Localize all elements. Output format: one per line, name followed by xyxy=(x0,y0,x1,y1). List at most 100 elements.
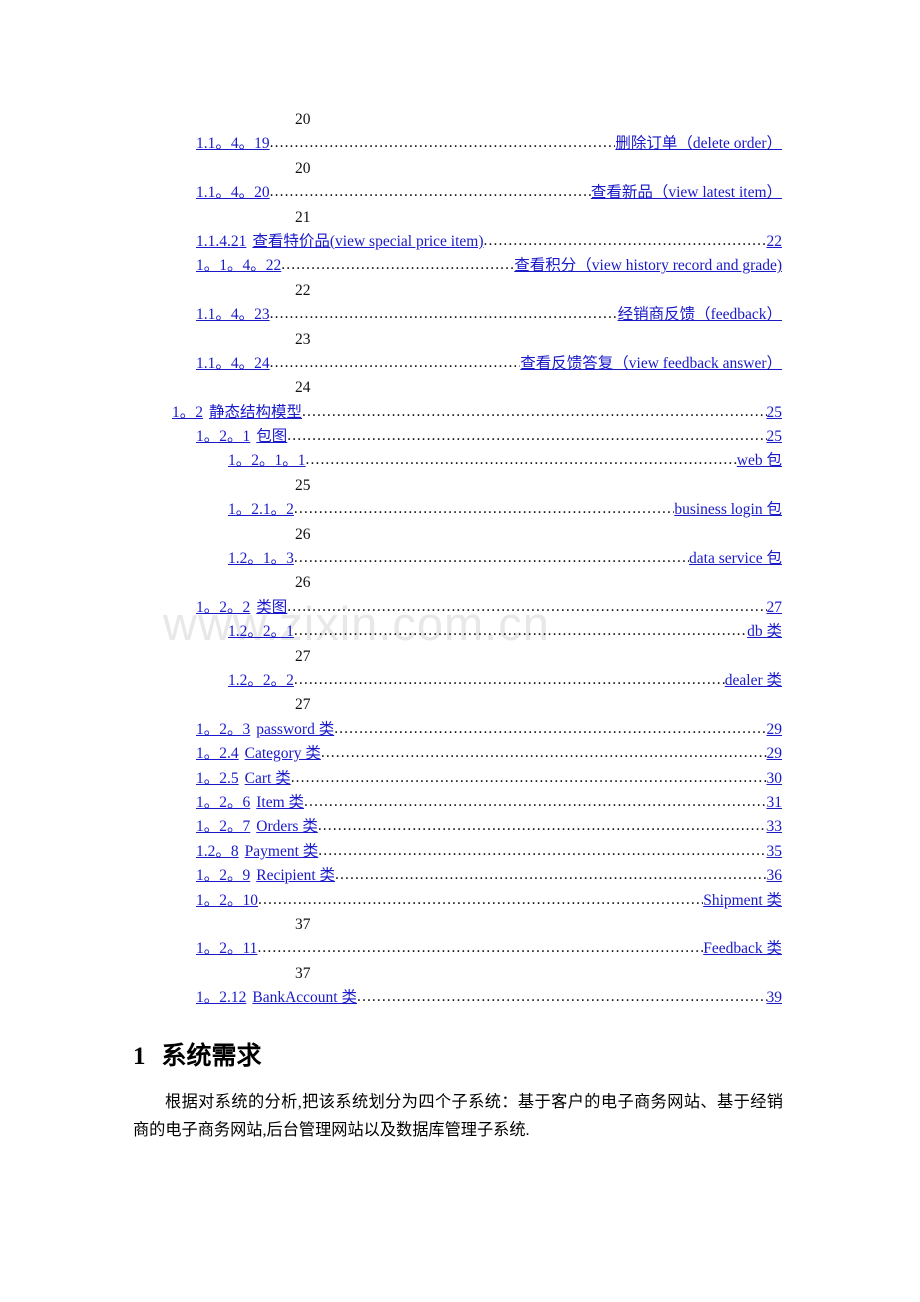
toc-page-number[interactable]: 30 xyxy=(767,767,783,791)
toc-entry-title[interactable]: 查看特价品(view special price item) xyxy=(252,230,483,254)
toc-entry[interactable]: 1.2。8Payment 类 35 xyxy=(0,840,920,864)
toc-entry[interactable]: 1.1。4。23 经销商反馈（feedback） xyxy=(0,303,920,327)
toc-entry-number[interactable]: 1。2。3 xyxy=(196,718,250,742)
toc-entry-number[interactable]: 1。2。10 xyxy=(196,889,258,913)
toc-entry[interactable]: 1.2。2。2 dealer 类 xyxy=(0,669,920,693)
section-heading: 1 系统需求 xyxy=(133,1036,262,1072)
toc-entry-number[interactable]: 1.1。4。20 xyxy=(196,181,270,205)
toc-entry-number[interactable]: 1.2。2。1 xyxy=(228,620,294,644)
toc-page-number[interactable]: 22 xyxy=(767,230,783,254)
toc-entry-title[interactable]: Category 类 xyxy=(245,742,321,766)
toc-page-number[interactable]: 25 xyxy=(767,425,783,449)
toc-leader-dots xyxy=(270,131,616,155)
toc-entry-title[interactable]: Feedback 类 xyxy=(703,937,782,961)
toc-entry-title[interactable]: 查看新品（view latest item） xyxy=(591,181,782,205)
toc-entry-title[interactable]: 删除订单（delete order） xyxy=(615,132,782,156)
toc-entry[interactable]: 1。2。1包图 25 xyxy=(0,425,920,449)
toc-page-number: 26 xyxy=(295,574,311,592)
toc-page-number[interactable]: 29 xyxy=(767,718,783,742)
toc-entry-number[interactable]: 1。2.5 xyxy=(196,767,239,791)
toc-entry-title[interactable]: password 类 xyxy=(256,718,334,742)
toc-entry-title[interactable]: Shipment 类 xyxy=(703,889,782,913)
toc-entry-number[interactable]: 1.2。2。2 xyxy=(228,669,294,693)
toc-entry[interactable]: 1.1。4。19 删除订单（delete order） xyxy=(0,132,920,156)
toc-entry[interactable]: 1。2。6Item 类 31 xyxy=(0,791,920,815)
toc-entry[interactable]: 1。1。4。22 查看积分（view history record and gra… xyxy=(0,254,920,278)
toc-entry-title[interactable]: business login 包 xyxy=(674,498,782,522)
toc-page-number[interactable]: 33 xyxy=(767,815,783,839)
toc-page-number: 37 xyxy=(295,964,311,982)
toc-page-number[interactable]: 31 xyxy=(767,791,783,815)
toc-entry[interactable]: 1。2.4Category 类 29 xyxy=(0,742,920,766)
toc-entry-title[interactable]: dealer 类 xyxy=(725,669,782,693)
toc-page-number: 27 xyxy=(295,696,311,714)
toc-entry[interactable]: 1。2静态结构模型 25 xyxy=(0,401,920,425)
toc-entry[interactable]: 1.2。2。1 db 类 xyxy=(0,620,920,644)
toc-entry-number[interactable]: 1。2。6 xyxy=(196,791,250,815)
toc-entry-number[interactable]: 1。2。1 xyxy=(196,425,250,449)
toc-entry-number[interactable]: 1。2。9 xyxy=(196,864,250,888)
toc-entry-number[interactable]: 1.1。4。19 xyxy=(196,132,270,156)
toc-entry-title[interactable]: Payment 类 xyxy=(245,840,319,864)
toc-entry[interactable]: 1。2。10 Shipment 类 xyxy=(0,889,920,913)
toc-entry-number[interactable]: 1.1.4.21 xyxy=(196,230,246,254)
toc-page-number: 20 xyxy=(295,111,311,128)
toc-entry-number[interactable]: 1。2。1。1 xyxy=(228,449,306,473)
toc-page-number[interactable]: 29 xyxy=(767,742,783,766)
toc-leader-dots xyxy=(304,790,766,814)
toc-entry-number[interactable]: 1.2。1。3 xyxy=(228,547,294,571)
toc-page-number[interactable]: 35 xyxy=(767,840,783,864)
toc-entry-title[interactable]: data service 包 xyxy=(689,547,782,571)
toc-page-number[interactable]: 39 xyxy=(767,986,783,1010)
toc-entry-title[interactable]: 经销商反馈（feedback） xyxy=(618,303,782,327)
toc-entry-number[interactable]: 1。1。4。22 xyxy=(196,254,281,278)
toc-entry-title[interactable]: Recipient 类 xyxy=(256,864,335,888)
toc-entry-title[interactable]: db 类 xyxy=(747,620,782,644)
toc-continuation-page: 21 xyxy=(0,206,920,230)
toc-entry-number[interactable]: 1。2。11 xyxy=(196,937,257,961)
toc-entry-title[interactable]: BankAccount 类 xyxy=(252,986,357,1010)
toc-entry-title[interactable]: web 包 xyxy=(737,449,782,473)
toc-entry[interactable]: 1。2。1。1 web 包 xyxy=(0,449,920,473)
toc-entry-number[interactable]: 1。2.4 xyxy=(196,742,239,766)
toc-entry[interactable]: 1。2.1。2 business login 包 xyxy=(0,498,920,522)
table-of-contents: 20 1.1。4。19 删除订单（delete order） 20 1.1。4。20 查看… xyxy=(0,108,920,1010)
toc-entry[interactable]: 1。2。7Orders 类 33 xyxy=(0,815,920,839)
toc-entry-title[interactable]: 类图 xyxy=(256,596,287,620)
toc-entry-number[interactable]: 1。2。2 xyxy=(196,596,250,620)
toc-entry[interactable]: 1.1.4.21查看特价品(view special price item) 22 xyxy=(0,230,920,254)
toc-leader-dots xyxy=(357,985,767,1009)
toc-page-number[interactable]: 36 xyxy=(767,864,783,888)
toc-entry[interactable]: 1.1。4。20 查看新品（view latest item） xyxy=(0,181,920,205)
toc-leader-dots xyxy=(294,668,725,692)
toc-entry[interactable]: 1。2。11 Feedback 类 xyxy=(0,937,920,961)
toc-entry[interactable]: 1。2。2类图 27 xyxy=(0,596,920,620)
section-number: 1 xyxy=(133,1043,146,1070)
toc-entry[interactable]: 1.1。4。24 查看反馈答复（view feedback answer） xyxy=(0,352,920,376)
toc-page-number[interactable]: 27 xyxy=(767,596,783,620)
toc-entry[interactable]: 1。2.12BankAccount 类 39 xyxy=(0,986,920,1010)
toc-leader-dots xyxy=(287,595,766,619)
toc-entry[interactable]: 1。2.5Cart 类 30 xyxy=(0,767,920,791)
toc-page-number: 22 xyxy=(295,281,311,299)
toc-entry-number[interactable]: 1.2。8 xyxy=(196,840,239,864)
toc-entry[interactable]: 1.2。1。3 data service 包 xyxy=(0,547,920,571)
toc-entry-number[interactable]: 1.1。4。24 xyxy=(196,352,270,376)
toc-entry-title[interactable]: 查看积分（view history record and grade) xyxy=(514,254,782,278)
toc-entry-number[interactable]: 1.1。4。23 xyxy=(196,303,270,327)
toc-leader-dots xyxy=(257,936,703,960)
toc-entry-title[interactable]: 静态结构模型 xyxy=(209,401,302,425)
toc-entry[interactable]: 1。2。3password 类 29 xyxy=(0,718,920,742)
toc-entry-number[interactable]: 1。2。7 xyxy=(196,815,250,839)
toc-entry-title[interactable]: Item 类 xyxy=(256,791,304,815)
toc-page-number[interactable]: 25 xyxy=(767,401,783,425)
toc-entry-number[interactable]: 1。2 xyxy=(172,401,203,425)
toc-entry-title[interactable]: Orders 类 xyxy=(256,815,318,839)
toc-entry-title[interactable]: 包图 xyxy=(256,425,287,449)
toc-entry-number[interactable]: 1。2.12 xyxy=(196,986,246,1010)
toc-entry-number[interactable]: 1。2.1。2 xyxy=(228,498,294,522)
toc-entry-title[interactable]: 查看反馈答复（view feedback answer） xyxy=(520,352,782,376)
toc-leader-dots xyxy=(294,497,674,521)
toc-entry[interactable]: 1。2。9Recipient 类 36 xyxy=(0,864,920,888)
toc-entry-title[interactable]: Cart 类 xyxy=(245,767,291,791)
